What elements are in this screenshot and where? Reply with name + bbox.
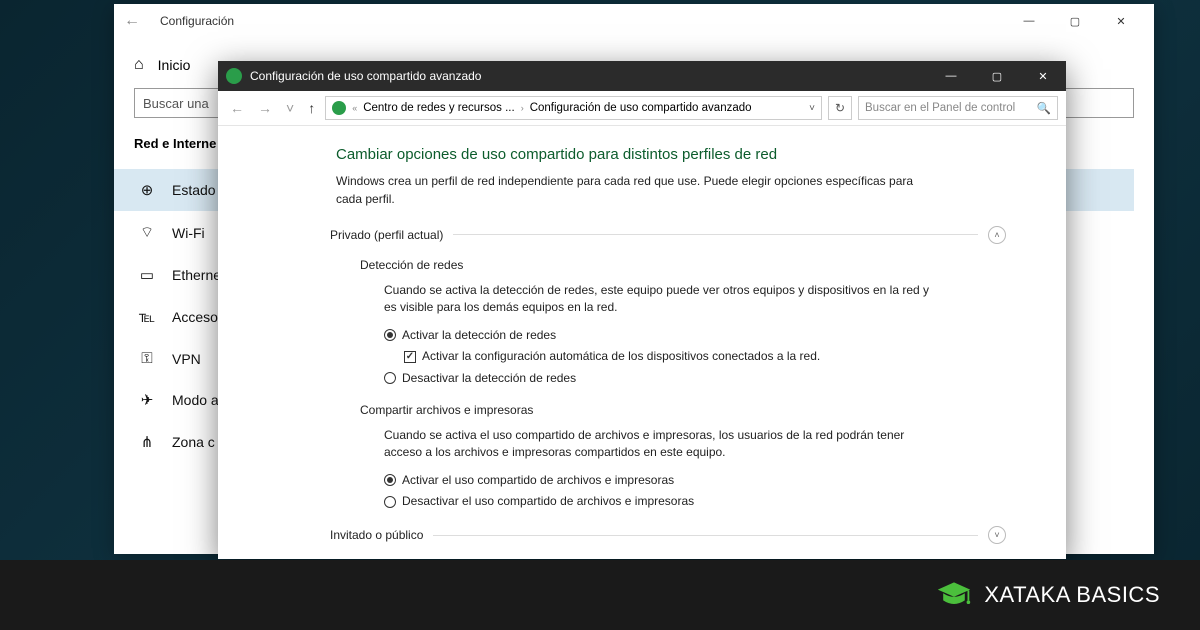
dropdown-icon[interactable]: ˅ — [809, 103, 815, 114]
checkbox-icon — [404, 351, 416, 363]
brand-logo: XATAKA BASICS — [936, 577, 1160, 613]
brand-text: XATAKA BASICS — [984, 582, 1160, 608]
home-icon: ⌂ — [134, 56, 144, 74]
brand-bar: XATAKA BASICS — [0, 560, 1200, 630]
page-heading: Cambiar opciones de uso compartido para … — [336, 146, 1006, 163]
settings-title: Configuración — [160, 14, 1006, 28]
home-label: Inicio — [158, 57, 191, 73]
breadcrumb-part1[interactable]: Centro de redes y recursos ... — [363, 102, 514, 114]
vpn-icon: ⚿ — [138, 350, 156, 367]
discovery-auto-checkbox[interactable]: Activar la configuración automática de l… — [404, 348, 1006, 365]
profile-guest-label: Invitado o público — [330, 528, 423, 542]
radio-icon — [384, 329, 396, 341]
airplane-icon: ✈ — [138, 391, 156, 409]
fileshare-on-radio[interactable]: Activar el uso compartido de archivos e … — [384, 472, 1006, 489]
discovery-desc: Cuando se activa la detección de redes, … — [384, 282, 944, 317]
globe-icon: ⊕ — [138, 181, 156, 199]
dialup-icon: ℡ — [138, 308, 156, 326]
toolbar: ← → ˅ ↑ « Centro de redes y recursos ...… — [218, 91, 1066, 126]
breadcrumb[interactable]: « Centro de redes y recursos ... › Confi… — [325, 96, 822, 120]
discovery-title: Detección de redes — [360, 258, 1006, 272]
refresh-button[interactable]: ↻ — [828, 96, 852, 120]
fileshare-title: Compartir archivos e impresoras — [360, 403, 1006, 417]
content-area: Cambiar opciones de uso compartido para … — [218, 126, 1066, 559]
breadcrumb-icon — [332, 101, 346, 115]
collapse-icon[interactable]: ˄ — [988, 226, 1006, 244]
nav-forward-icon: → — [254, 100, 276, 116]
radio-icon — [384, 372, 396, 384]
expand-icon[interactable]: ˅ — [988, 526, 1006, 544]
nav-back-icon[interactable]: ← — [226, 100, 248, 116]
control-panel-search[interactable]: Buscar en el Panel de control 🔍 — [858, 96, 1058, 120]
fileshare-desc: Cuando se activa el uso compartido de ar… — [384, 427, 944, 462]
sharing-titlebar: Configuración de uso compartido avanzado… — [218, 61, 1066, 91]
profile-guest-header[interactable]: Invitado o público ˅ — [330, 526, 1006, 544]
discovery-off-radio[interactable]: Desactivar la detección de redes — [384, 370, 1006, 387]
search-icon: 🔍 — [1037, 101, 1051, 115]
back-arrow-icon[interactable]: ← — [124, 12, 140, 30]
maximize-button[interactable]: ▢ — [1052, 6, 1098, 36]
network-discovery-section: Detección de redes Cuando se activa la d… — [360, 258, 1006, 387]
nav-up-icon[interactable]: ↑ — [304, 100, 319, 116]
sharing-title: Configuración de uso compartido avanzado — [250, 69, 928, 83]
network-icon — [226, 68, 242, 84]
discovery-on-radio[interactable]: Activar la detección de redes — [384, 327, 1006, 344]
radio-icon — [384, 474, 396, 486]
ethernet-icon: ▭ — [138, 266, 156, 284]
chevron-icon: › — [521, 103, 524, 113]
close-button[interactable]: ✕ — [1098, 6, 1144, 36]
page-subtitle: Windows crea un perfil de red independie… — [336, 173, 936, 208]
settings-titlebar: ← Configuración — ▢ ✕ — [114, 4, 1154, 38]
hotspot-icon: ⋔ — [138, 433, 156, 451]
nav-recent-icon[interactable]: ˅ — [282, 100, 298, 116]
file-sharing-section: Compartir archivos e impresoras Cuando s… — [360, 403, 1006, 511]
minimize-button[interactable]: — — [928, 61, 974, 91]
maximize-button[interactable]: ▢ — [974, 61, 1020, 91]
chevron-icon: « — [352, 103, 357, 113]
profile-private-header[interactable]: Privado (perfil actual) ˄ — [330, 226, 1006, 244]
close-button[interactable]: ✕ — [1020, 61, 1066, 91]
fileshare-off-radio[interactable]: Desactivar el uso compartido de archivos… — [384, 493, 1006, 510]
sharing-window: Configuración de uso compartido avanzado… — [218, 61, 1066, 559]
radio-icon — [384, 496, 396, 508]
profile-private-label: Privado (perfil actual) — [330, 228, 443, 242]
minimize-button[interactable]: — — [1006, 6, 1052, 36]
wifi-icon: ⌔ — [138, 223, 156, 242]
breadcrumb-part2[interactable]: Configuración de uso compartido avanzado — [530, 102, 752, 114]
graduation-cap-icon — [936, 577, 972, 613]
